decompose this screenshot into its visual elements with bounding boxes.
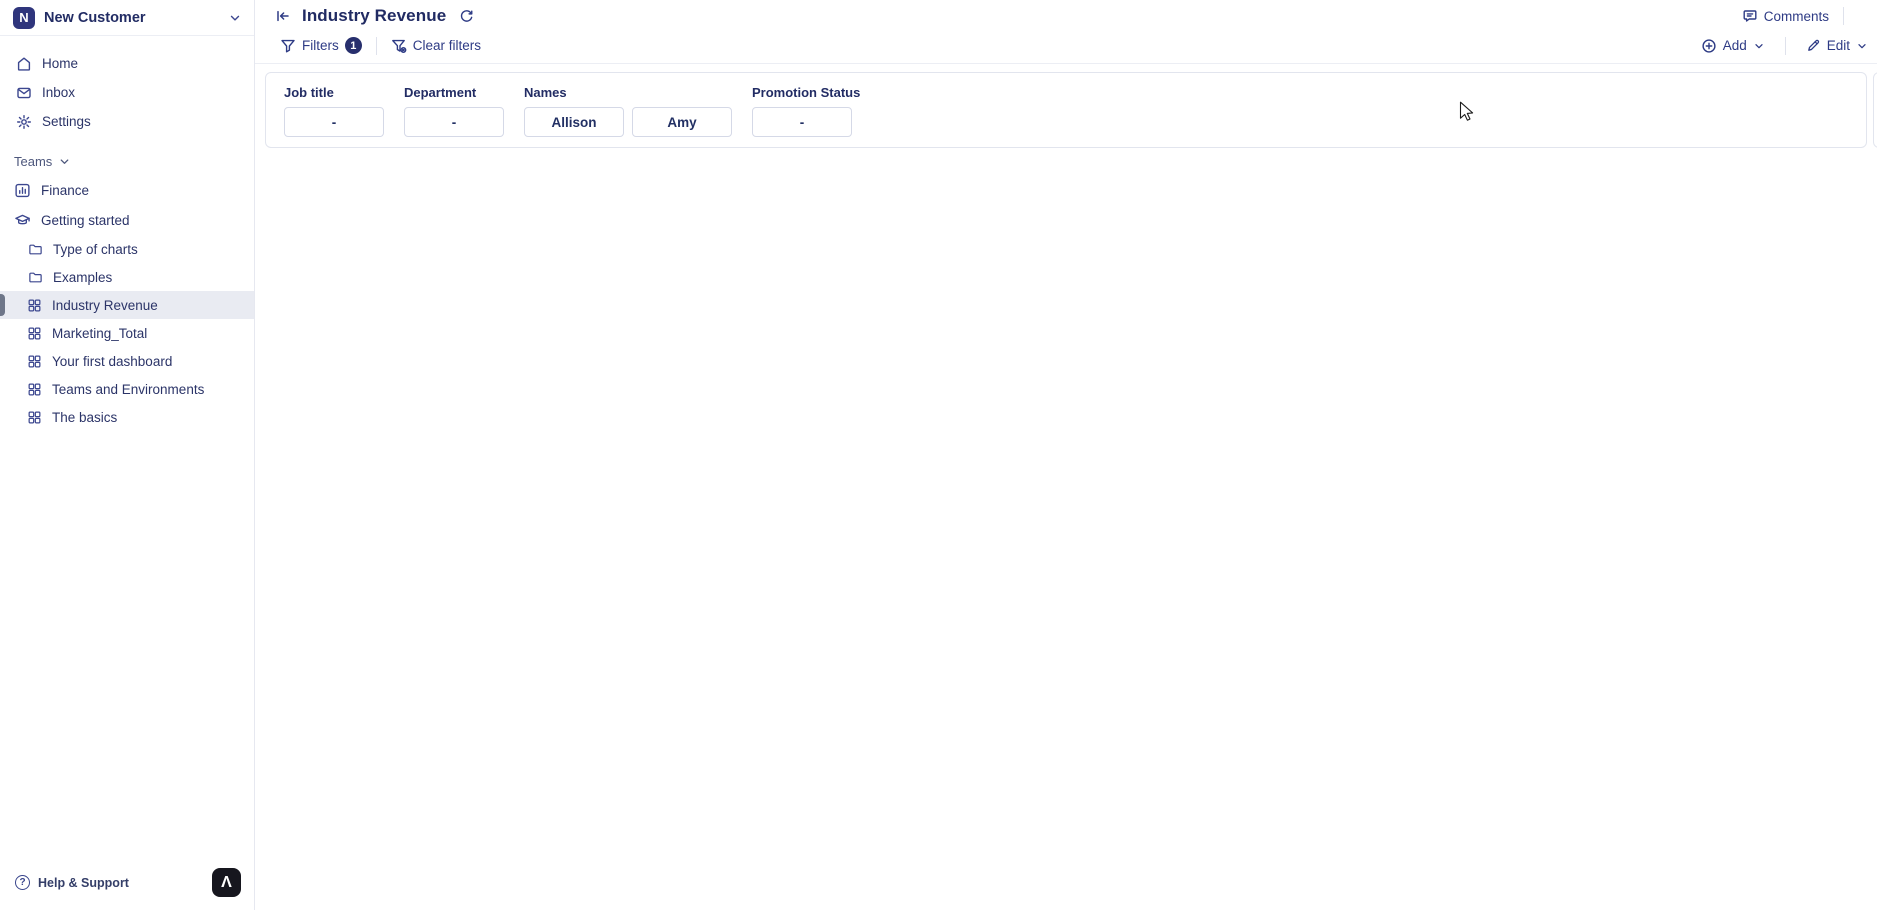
sidebar-item-label: Getting started bbox=[41, 213, 130, 228]
sidebar-item-label: Type of charts bbox=[53, 242, 138, 257]
pencil-icon bbox=[1806, 38, 1821, 53]
filter-column-names: Names Allison Amy bbox=[524, 85, 732, 147]
page-title: Industry Revenue bbox=[302, 6, 446, 26]
chart-board-icon bbox=[14, 182, 31, 199]
sidebar-item-label: Your first dashboard bbox=[52, 354, 172, 369]
filter-value-chip[interactable]: - bbox=[404, 107, 504, 137]
inbox-icon bbox=[16, 85, 32, 101]
clear-filter-icon bbox=[391, 38, 407, 54]
help-support-button[interactable]: ? Help & Support bbox=[15, 875, 129, 890]
sidebar-item-your-first-dashboard[interactable]: Your first dashboard bbox=[0, 347, 254, 375]
filter-column-promotion-status: Promotion Status - bbox=[752, 85, 860, 147]
toolbar-divider bbox=[1785, 37, 1786, 55]
dashboard-icon bbox=[27, 298, 42, 313]
toolbar-divider bbox=[376, 37, 377, 55]
filters-count-badge: 1 bbox=[345, 37, 362, 54]
clear-filters-label: Clear filters bbox=[413, 38, 481, 53]
teams-section-label: Teams bbox=[14, 154, 52, 169]
sidebar-item-industry-revenue[interactable]: Industry Revenue bbox=[0, 291, 254, 319]
chevron-down-icon bbox=[1753, 40, 1765, 52]
sidebar-item-label: Industry Revenue bbox=[52, 298, 158, 313]
folder-icon bbox=[28, 270, 43, 285]
sidebar-item-label: Finance bbox=[41, 183, 89, 198]
chevron-down-icon bbox=[1856, 40, 1868, 52]
workspace-selector[interactable]: N New Customer bbox=[0, 0, 254, 36]
gear-icon bbox=[16, 114, 32, 130]
help-support-label: Help & Support bbox=[38, 876, 129, 890]
sidebar-item-label: Home bbox=[42, 56, 78, 71]
dashboard-icon bbox=[27, 410, 42, 425]
sidebar-footer: ? Help & Support Λ bbox=[0, 868, 254, 910]
workspace-name: New Customer bbox=[44, 10, 219, 26]
workspace-logo: N bbox=[13, 7, 35, 29]
offscreen-widget-sliver bbox=[1873, 72, 1877, 148]
filter-label: Promotion Status bbox=[752, 85, 860, 100]
clear-filters-button[interactable]: Clear filters bbox=[391, 38, 481, 54]
comments-label: Comments bbox=[1764, 9, 1829, 24]
sidebar-item-finance[interactable]: Finance bbox=[0, 175, 254, 205]
add-button[interactable]: Add bbox=[1701, 38, 1765, 54]
filter-funnel-icon bbox=[280, 38, 296, 54]
sidebar-nav: Home Inbox Settings bbox=[0, 36, 254, 136]
home-icon bbox=[16, 56, 32, 72]
filters-label: Filters bbox=[302, 38, 339, 53]
sidebar: N New Customer Home Inbox Settings Teams bbox=[0, 0, 255, 910]
filter-value-chip[interactable]: Allison bbox=[524, 107, 624, 137]
filter-label: Names bbox=[524, 85, 732, 100]
filter-column-department: Department - bbox=[404, 85, 504, 147]
filter-column-job-title: Job title - bbox=[284, 85, 384, 147]
filter-value-chip[interactable]: - bbox=[284, 107, 384, 137]
question-icon: ? bbox=[15, 875, 30, 890]
edit-label: Edit bbox=[1827, 38, 1850, 53]
brand-logo: Λ bbox=[212, 868, 241, 897]
sidebar-item-label: Settings bbox=[42, 114, 91, 129]
filter-value-chip[interactable]: - bbox=[752, 107, 852, 137]
filters-button[interactable]: Filters 1 bbox=[280, 37, 362, 54]
folder-icon bbox=[28, 242, 43, 257]
sidebar-item-label: Examples bbox=[53, 270, 112, 285]
dashboard-icon bbox=[27, 354, 42, 369]
sidebar-item-marketing-total[interactable]: Marketing_Total bbox=[0, 319, 254, 347]
back-icon[interactable] bbox=[275, 8, 291, 24]
sidebar-item-the-basics[interactable]: The basics bbox=[0, 403, 254, 431]
add-label: Add bbox=[1723, 38, 1747, 53]
chevron-down-icon bbox=[228, 11, 242, 25]
sidebar-item-inbox[interactable]: Inbox bbox=[0, 78, 254, 107]
edit-button[interactable]: Edit bbox=[1806, 38, 1868, 53]
dashboard-toolbar: Filters 1 Clear filters Add Edit bbox=[255, 30, 1877, 64]
filter-label: Job title bbox=[284, 85, 384, 100]
refresh-icon[interactable] bbox=[459, 9, 474, 24]
header-divider bbox=[1843, 7, 1844, 25]
sidebar-item-type-of-charts[interactable]: Type of charts bbox=[0, 235, 254, 263]
sidebar-item-teams-and-environments[interactable]: Teams and Environments bbox=[0, 375, 254, 403]
sidebar-item-examples[interactable]: Examples bbox=[0, 263, 254, 291]
main-area: Industry Revenue Comments Filters 1 Clea… bbox=[255, 0, 1877, 910]
plus-circle-icon bbox=[1701, 38, 1717, 54]
comments-button[interactable]: Comments bbox=[1742, 8, 1829, 24]
sidebar-item-label: Marketing_Total bbox=[52, 326, 147, 341]
dashboard-header: Industry Revenue Comments bbox=[255, 0, 1877, 30]
teams-section-header[interactable]: Teams bbox=[0, 147, 254, 175]
dashboard-icon bbox=[27, 326, 42, 341]
sidebar-item-getting-started[interactable]: Getting started bbox=[0, 205, 254, 235]
sidebar-item-settings[interactable]: Settings bbox=[0, 107, 254, 136]
sidebar-item-home[interactable]: Home bbox=[0, 49, 254, 78]
filter-value-chip[interactable]: Amy bbox=[632, 107, 732, 137]
sidebar-item-label: The basics bbox=[52, 410, 117, 425]
app: N New Customer Home Inbox Settings Teams bbox=[0, 0, 1877, 910]
sidebar-item-label: Inbox bbox=[42, 85, 75, 100]
filter-label: Department bbox=[404, 85, 504, 100]
chevron-down-icon bbox=[58, 155, 71, 168]
dashboard-icon bbox=[27, 382, 42, 397]
graduation-cap-icon bbox=[14, 212, 31, 229]
dashboard-canvas: Job title - Department - Names Allison A… bbox=[255, 64, 1877, 910]
sidebar-item-label: Teams and Environments bbox=[52, 382, 204, 397]
filter-widget: Job title - Department - Names Allison A… bbox=[265, 72, 1867, 148]
comment-icon bbox=[1742, 8, 1758, 24]
